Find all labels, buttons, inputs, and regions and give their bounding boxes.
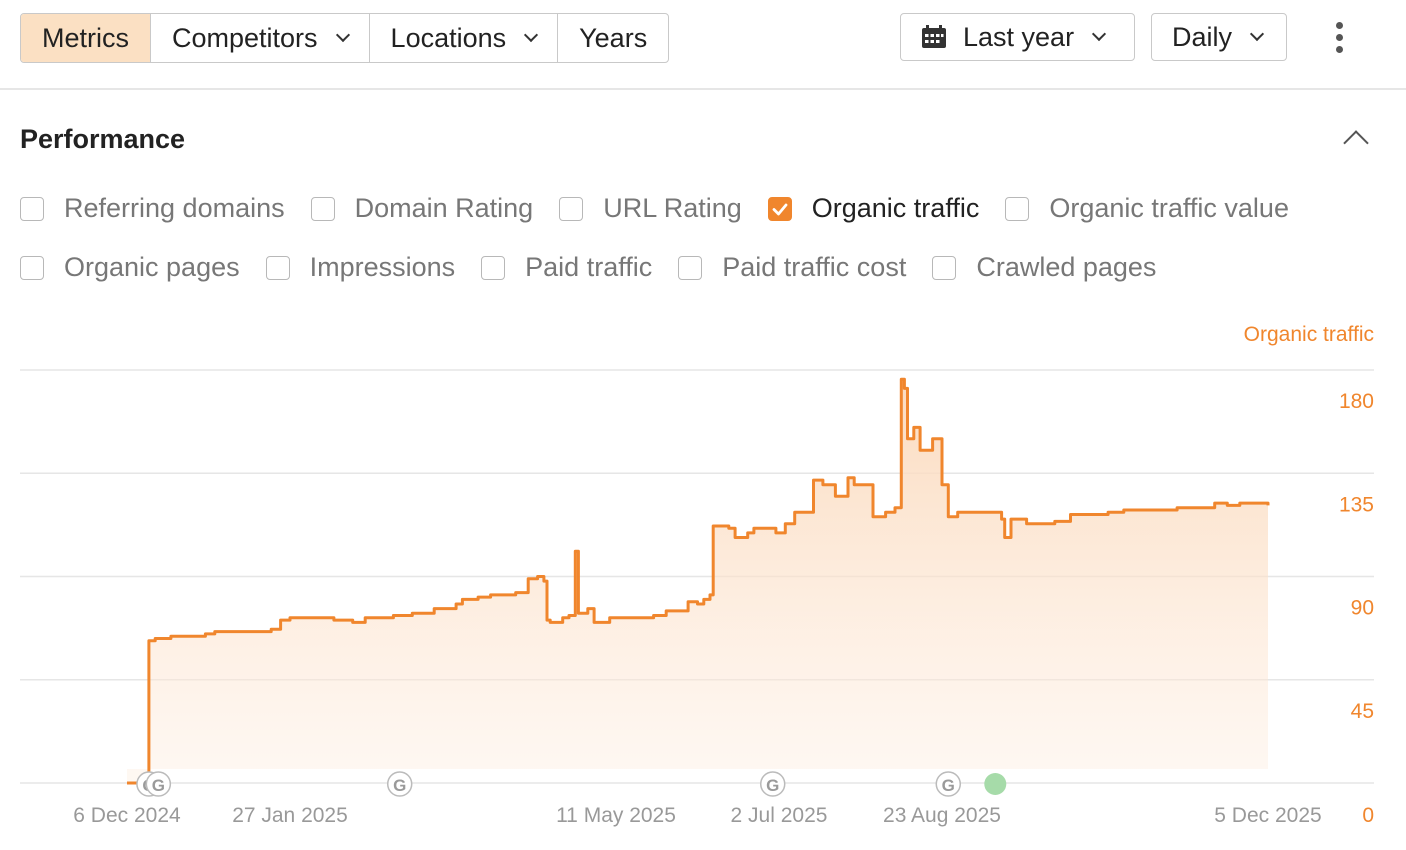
x-tick-label: 23 Aug 2025 <box>883 804 1001 827</box>
google-update-marker[interactable]: G <box>386 771 413 797</box>
google-update-marker[interactable]: G <box>145 771 172 797</box>
series-area <box>127 379 1268 783</box>
y-tick-label: 45 <box>1351 700 1374 723</box>
x-tick-label: 2 Jul 2025 <box>731 804 828 827</box>
x-tick-label: 11 May 2025 <box>556 804 676 827</box>
y-tick-label: 180 <box>1339 390 1374 413</box>
y-tick-label: 90 <box>1351 597 1374 620</box>
x-tick-label: 6 Dec 2024 <box>73 804 181 827</box>
svg-text:G: G <box>942 776 955 795</box>
y-tick-label: 0 <box>1362 804 1374 827</box>
svg-text:G: G <box>393 776 406 795</box>
svg-text:G: G <box>766 776 779 795</box>
event-marker[interactable] <box>984 773 1007 795</box>
x-tick-label: 5 Dec 2025 <box>1214 804 1321 827</box>
organic-traffic-chart: GGGGG 180135904506 Dec 202427 Jan 202511… <box>20 369 1374 827</box>
x-tick-label: 27 Jan 2025 <box>232 804 348 827</box>
google-update-marker[interactable]: G <box>935 771 962 797</box>
y-tick-label: 135 <box>1339 493 1374 516</box>
google-update-marker[interactable]: G <box>759 771 786 797</box>
svg-text:G: G <box>152 776 165 795</box>
